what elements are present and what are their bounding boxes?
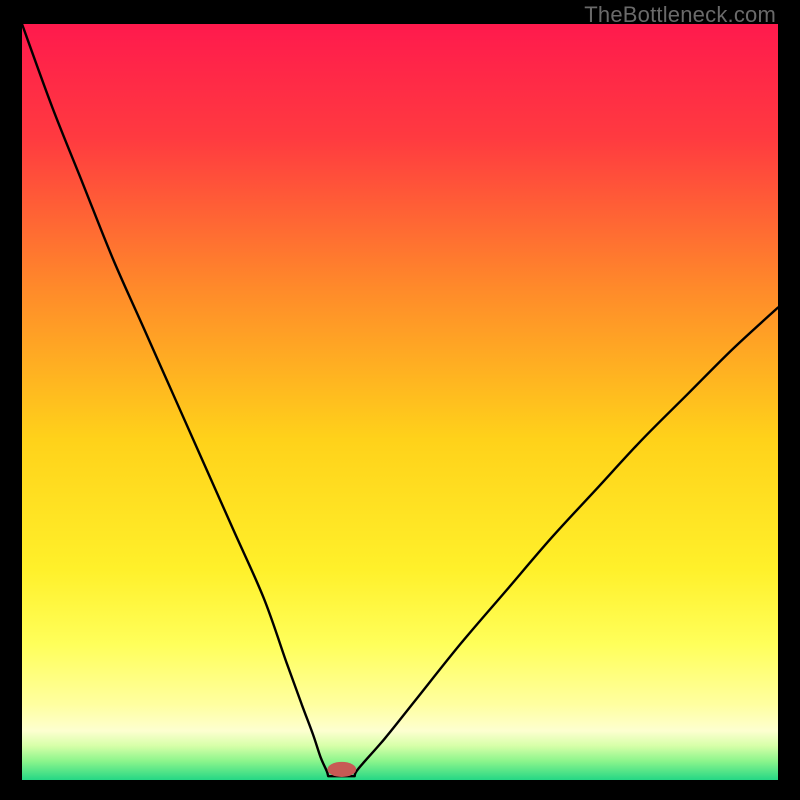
optimal-point-marker xyxy=(327,762,356,777)
chart-frame: TheBottleneck.com xyxy=(0,0,800,800)
chart-svg xyxy=(22,24,778,780)
plot-area xyxy=(22,24,778,780)
gradient-background xyxy=(22,24,778,780)
